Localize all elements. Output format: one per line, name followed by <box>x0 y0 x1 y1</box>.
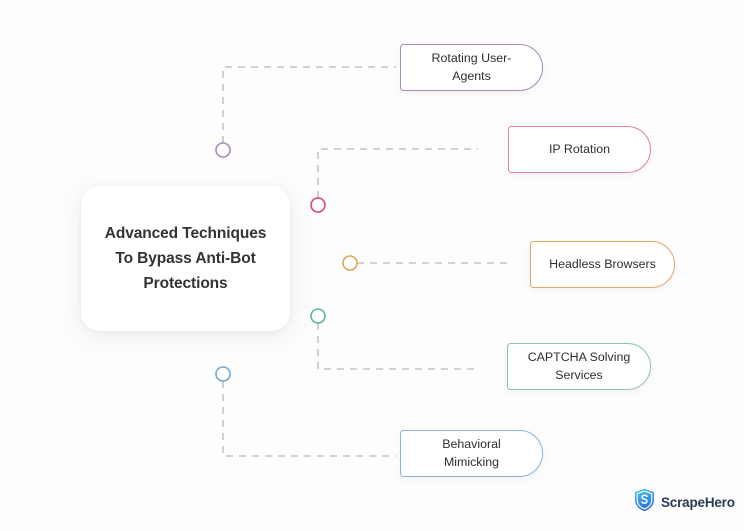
connector-captcha-solving <box>310 308 478 370</box>
page-title: Advanced Techniques To Bypass Anti-Bot P… <box>104 224 267 293</box>
connector-headless-browsers <box>342 255 512 271</box>
scrapehero-wordmark: ScrapeHero <box>661 495 735 510</box>
connector-rotating-user-agents-dot <box>215 142 231 158</box>
connector-ip-rotation-dot <box>310 197 326 213</box>
connector-headless-browsers-dot <box>342 255 358 271</box>
connector-behavioral-mimicking <box>215 366 396 457</box>
scrapehero-shield-icon <box>634 488 655 517</box>
node-headless-browsers[interactable]: Headless Browsers <box>530 241 675 288</box>
infographic-canvas: Advanced Techniques To Bypass Anti-Bot P… <box>0 0 744 531</box>
node-ip-rotation[interactable]: IP Rotation <box>508 126 651 173</box>
node-label-behavioral-mimicking: Behavioral Mimicking <box>442 437 501 469</box>
connector-ip-rotation <box>310 148 478 213</box>
central-topic-card: Advanced Techniques To Bypass Anti-Bot P… <box>81 186 290 331</box>
connector-captcha-solving-line <box>317 323 478 370</box>
node-label-captcha-solving-services: CAPTCHA Solving Services <box>527 350 631 382</box>
connector-behavioral-mimicking-dot <box>215 366 231 382</box>
connector-captcha-solving-dot <box>310 308 326 324</box>
connector-ip-rotation-line <box>317 148 478 198</box>
connector-rotating-user-agents <box>215 66 396 158</box>
node-label-ip-rotation: IP Rotation <box>548 141 611 156</box>
node-label-headless-browsers: Headless Browsers <box>549 256 656 271</box>
scrapehero-logo: ScrapeHero <box>634 488 735 517</box>
connector-behavioral-mimicking-line <box>222 381 396 457</box>
node-label-rotating-user-agents: Rotating User-Agents <box>431 51 512 83</box>
connector-rotating-user-agents-line <box>222 66 396 143</box>
node-captcha-solving-services[interactable]: CAPTCHA Solving Services <box>507 343 651 390</box>
node-behavioral-mimicking[interactable]: Behavioral Mimicking <box>400 430 543 477</box>
node-rotating-user-agents[interactable]: Rotating User-Agents <box>400 44 543 91</box>
